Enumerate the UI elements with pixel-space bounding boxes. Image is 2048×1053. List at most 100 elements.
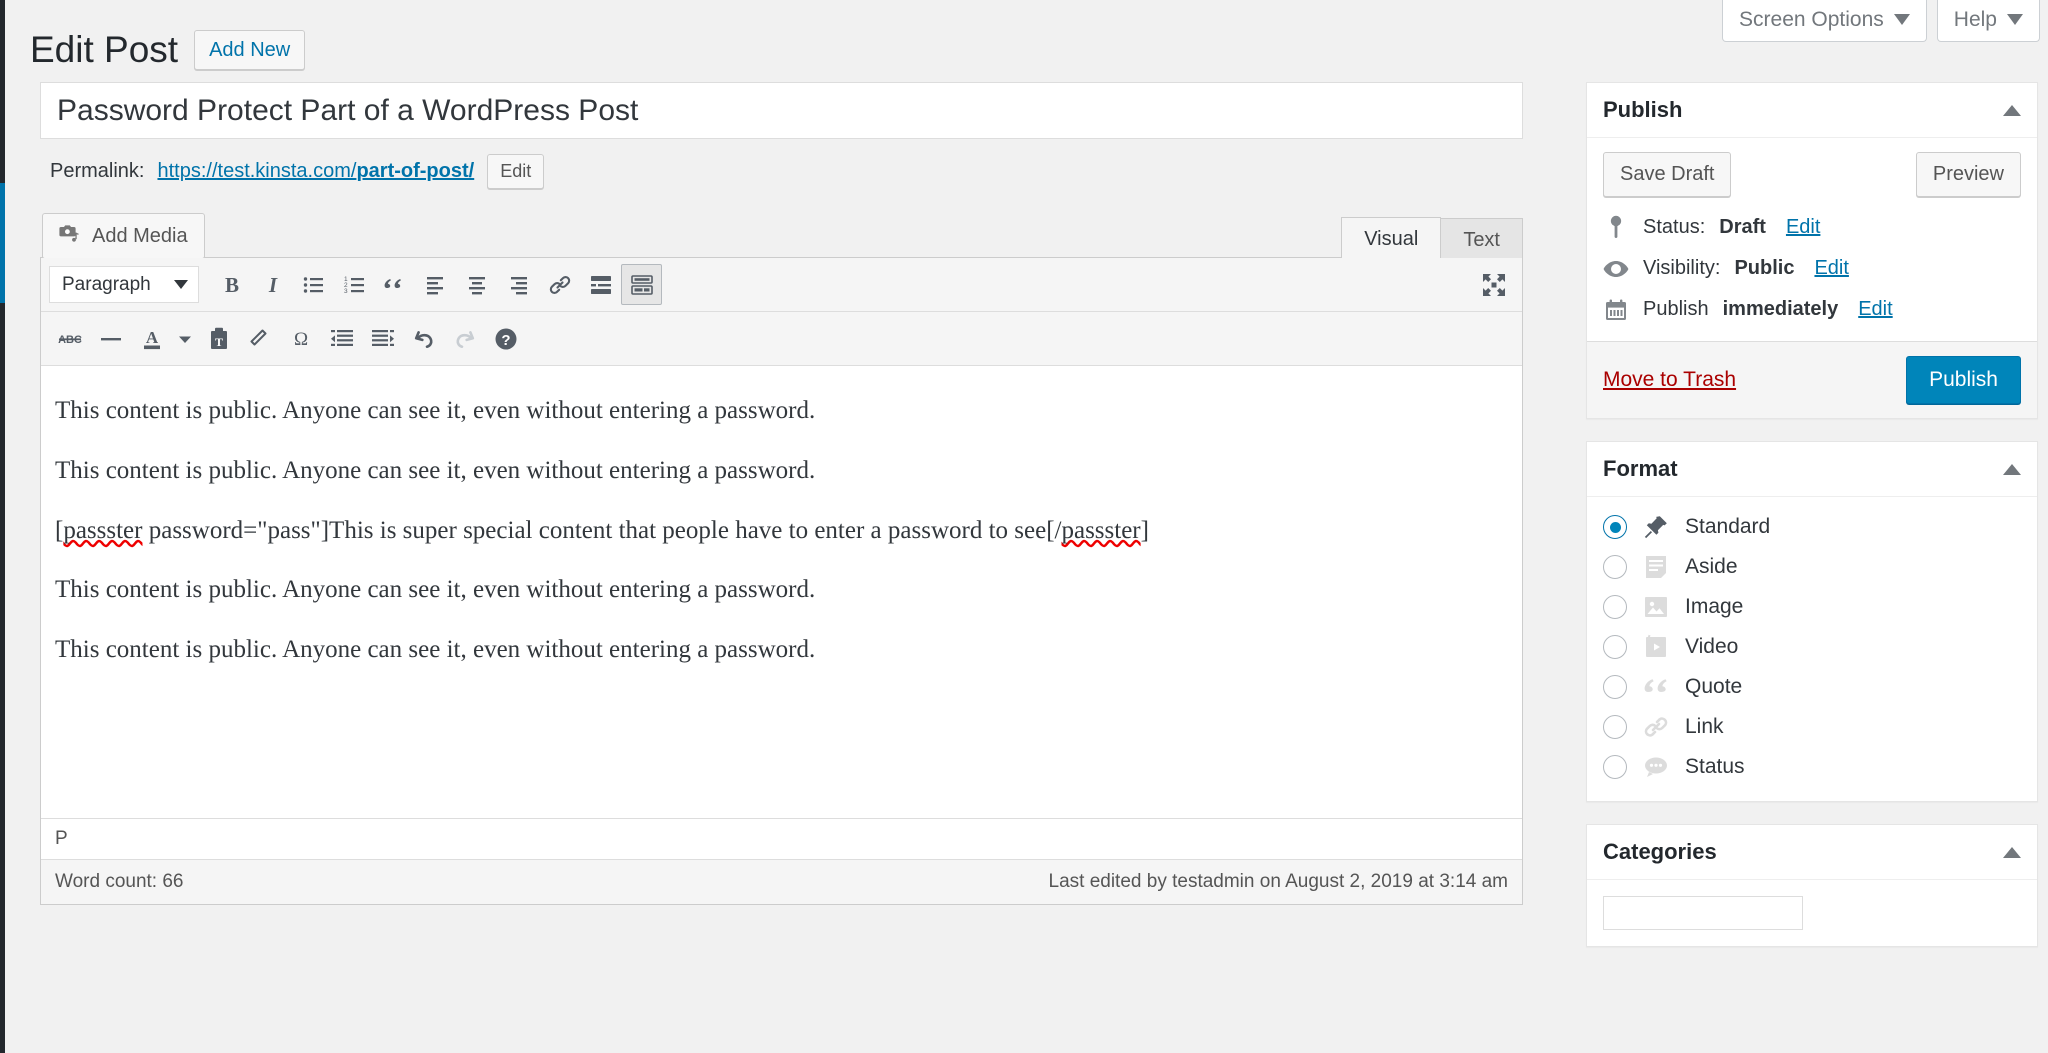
permalink-link[interactable]: https://test.kinsta.com/part-of-post/ (157, 160, 474, 183)
editor-mode-tabs: Visual Text (1341, 217, 1523, 262)
text-color-dropdown-button[interactable] (172, 318, 198, 359)
post-content-editable[interactable]: This content is public. Anyone can see i… (41, 366, 1522, 818)
format-options-list: Standard Aside Image Video Quote Link St… (1587, 497, 2037, 801)
last-edited-label: Last edited by testadmin on August 2, 20… (1048, 871, 1508, 892)
chevron-up-icon[interactable] (2003, 846, 2021, 858)
format-label: Image (1685, 595, 1744, 618)
format-label: Standard (1685, 515, 1771, 538)
categories-panel-header[interactable]: Categories (1587, 825, 2037, 880)
format-panel-header[interactable]: Format (1587, 442, 2037, 497)
help-label: Help (1953, 8, 1997, 31)
publish-actions-row: Save Draft Preview (1603, 152, 2021, 197)
publish-button[interactable]: Publish (1906, 356, 2021, 404)
publish-date-value: immediately (1722, 298, 1839, 320)
wordpress-post-editor-screen: Screen Options Help Edit Post Add New Pe… (0, 0, 2048, 1053)
format-label: Quote (1685, 675, 1743, 698)
text-color-button[interactable]: A (131, 318, 172, 359)
increase-indent-button[interactable] (362, 318, 403, 359)
keyboard-shortcuts-button[interactable]: ? (485, 318, 526, 359)
format-option-quote[interactable]: Quote (1603, 667, 2021, 707)
chevron-up-icon[interactable] (2003, 104, 2021, 116)
svg-text:A: A (145, 328, 158, 347)
categories-panel-body (1587, 880, 2037, 946)
numbered-list-button[interactable]: 1 2 3 (334, 264, 375, 305)
element-path-bar[interactable]: P (41, 818, 1522, 859)
add-media-button[interactable]: Add Media (42, 213, 205, 259)
format-label: Link (1685, 715, 1724, 738)
tab-visual[interactable]: Visual (1341, 217, 1442, 262)
radio-status[interactable] (1603, 755, 1627, 779)
svg-text:Ω: Ω (293, 329, 307, 350)
radio-aside[interactable] (1603, 555, 1627, 579)
format-option-link[interactable]: Link (1603, 707, 2021, 747)
align-right-button[interactable] (498, 264, 539, 305)
italic-button[interactable]: I (252, 264, 293, 305)
format-option-status[interactable]: Status (1603, 747, 2021, 787)
toolbar-toggle-button[interactable] (621, 264, 662, 305)
word-count-label: Word count: 66 (55, 871, 184, 892)
editor-status-bar: Word count: 66 Last edited by testadmin … (41, 859, 1522, 904)
preview-button[interactable]: Preview (1915, 152, 2021, 197)
status-icon (1641, 752, 1671, 782)
undo-button[interactable] (403, 318, 444, 359)
visibility-label: Visibility: (1643, 257, 1721, 279)
format-option-aside[interactable]: Aside (1603, 547, 2021, 587)
save-draft-button[interactable]: Save Draft (1603, 152, 1732, 197)
permalink-slug: part-of-post/ (356, 160, 475, 182)
radio-link[interactable] (1603, 715, 1627, 739)
chevron-up-icon[interactable] (2003, 463, 2021, 475)
chevron-down-icon (2007, 14, 2023, 25)
clear-formatting-button[interactable] (239, 318, 280, 359)
visibility-value: Public (1734, 257, 1795, 279)
content-paragraph: This content is public. Anyone can see i… (55, 456, 816, 484)
horizontal-line-button[interactable] (90, 318, 131, 359)
visibility-row: Visibility: Public Edit (1603, 257, 2021, 280)
read-more-button[interactable] (580, 264, 621, 305)
tab-text[interactable]: Text (1440, 218, 1523, 262)
categories-tab-stub[interactable] (1603, 896, 1803, 930)
radio-video[interactable] (1603, 635, 1627, 659)
edit-status-link[interactable]: Edit (1786, 216, 1820, 239)
publish-panel-header[interactable]: Publish (1587, 83, 2037, 138)
fullscreen-button[interactable] (1473, 264, 1514, 305)
paragraph-format-value: Paragraph (62, 273, 151, 295)
editor-toolbar-row-2: ABC A (41, 312, 1522, 366)
special-character-button[interactable]: Ω (280, 318, 321, 359)
misspelled-word: passster (63, 516, 143, 544)
video-icon (1641, 632, 1671, 662)
chevron-down-icon (1893, 14, 1910, 25)
bold-button[interactable]: B (211, 264, 252, 305)
media-icon (59, 223, 81, 249)
radio-image[interactable] (1603, 595, 1627, 619)
decrease-indent-button[interactable] (321, 318, 362, 359)
eye-icon (1603, 260, 1629, 278)
edit-permalink-button[interactable]: Edit (487, 154, 545, 189)
edit-visibility-link[interactable]: Edit (1814, 257, 1848, 280)
format-option-video[interactable]: Video (1603, 627, 2021, 667)
paragraph-format-select[interactable]: Paragraph (49, 266, 199, 303)
edit-publish-date-link[interactable]: Edit (1858, 298, 1892, 321)
publish-panel-body: Save Draft Preview Status: Draft Edit Vi… (1587, 138, 2037, 325)
align-center-button[interactable] (457, 264, 498, 305)
radio-standard[interactable] (1603, 515, 1627, 539)
align-left-button[interactable] (416, 264, 457, 305)
image-icon (1641, 592, 1671, 622)
move-to-trash-link[interactable]: Move to Trash (1603, 368, 1736, 392)
paste-as-text-button[interactable]: T (198, 318, 239, 359)
permalink-row: Permalink: https://test.kinsta.com/part-… (40, 154, 1523, 189)
svg-text:I: I (267, 274, 277, 296)
format-label: Status (1685, 755, 1745, 778)
radio-quote[interactable] (1603, 675, 1627, 699)
pushpin-icon (1641, 512, 1671, 542)
screen-options-button[interactable]: Screen Options (1722, 0, 1927, 42)
help-button[interactable]: Help (1936, 0, 2040, 42)
add-new-button[interactable]: Add New (194, 30, 306, 71)
insert-link-button[interactable] (539, 264, 580, 305)
bulleted-list-button[interactable] (293, 264, 334, 305)
blockquote-button[interactable] (375, 264, 416, 305)
pin-icon (1603, 215, 1629, 239)
post-title-input[interactable] (40, 82, 1523, 139)
format-option-image[interactable]: Image (1603, 587, 2021, 627)
strikethrough-button[interactable]: ABC (49, 318, 90, 359)
format-option-standard[interactable]: Standard (1603, 507, 2021, 547)
